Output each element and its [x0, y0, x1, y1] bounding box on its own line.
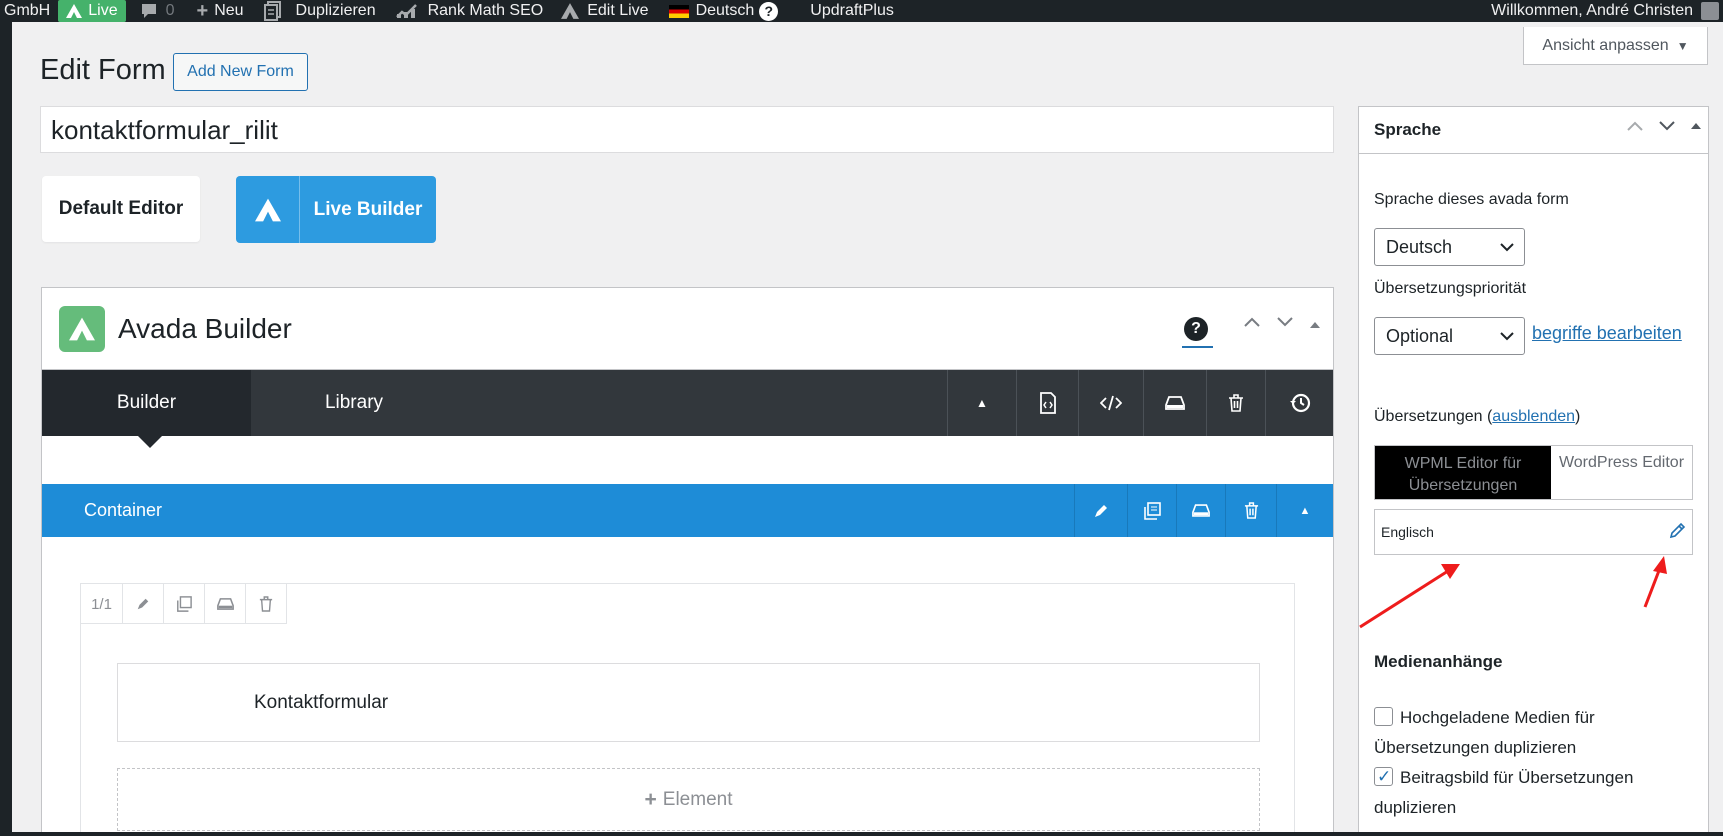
annotation-arrow-1	[1359, 564, 1460, 629]
annotation-arrow-2	[1643, 556, 1667, 608]
annotation-arrows	[1359, 556, 1667, 629]
bottom-edge	[0, 832, 1723, 836]
